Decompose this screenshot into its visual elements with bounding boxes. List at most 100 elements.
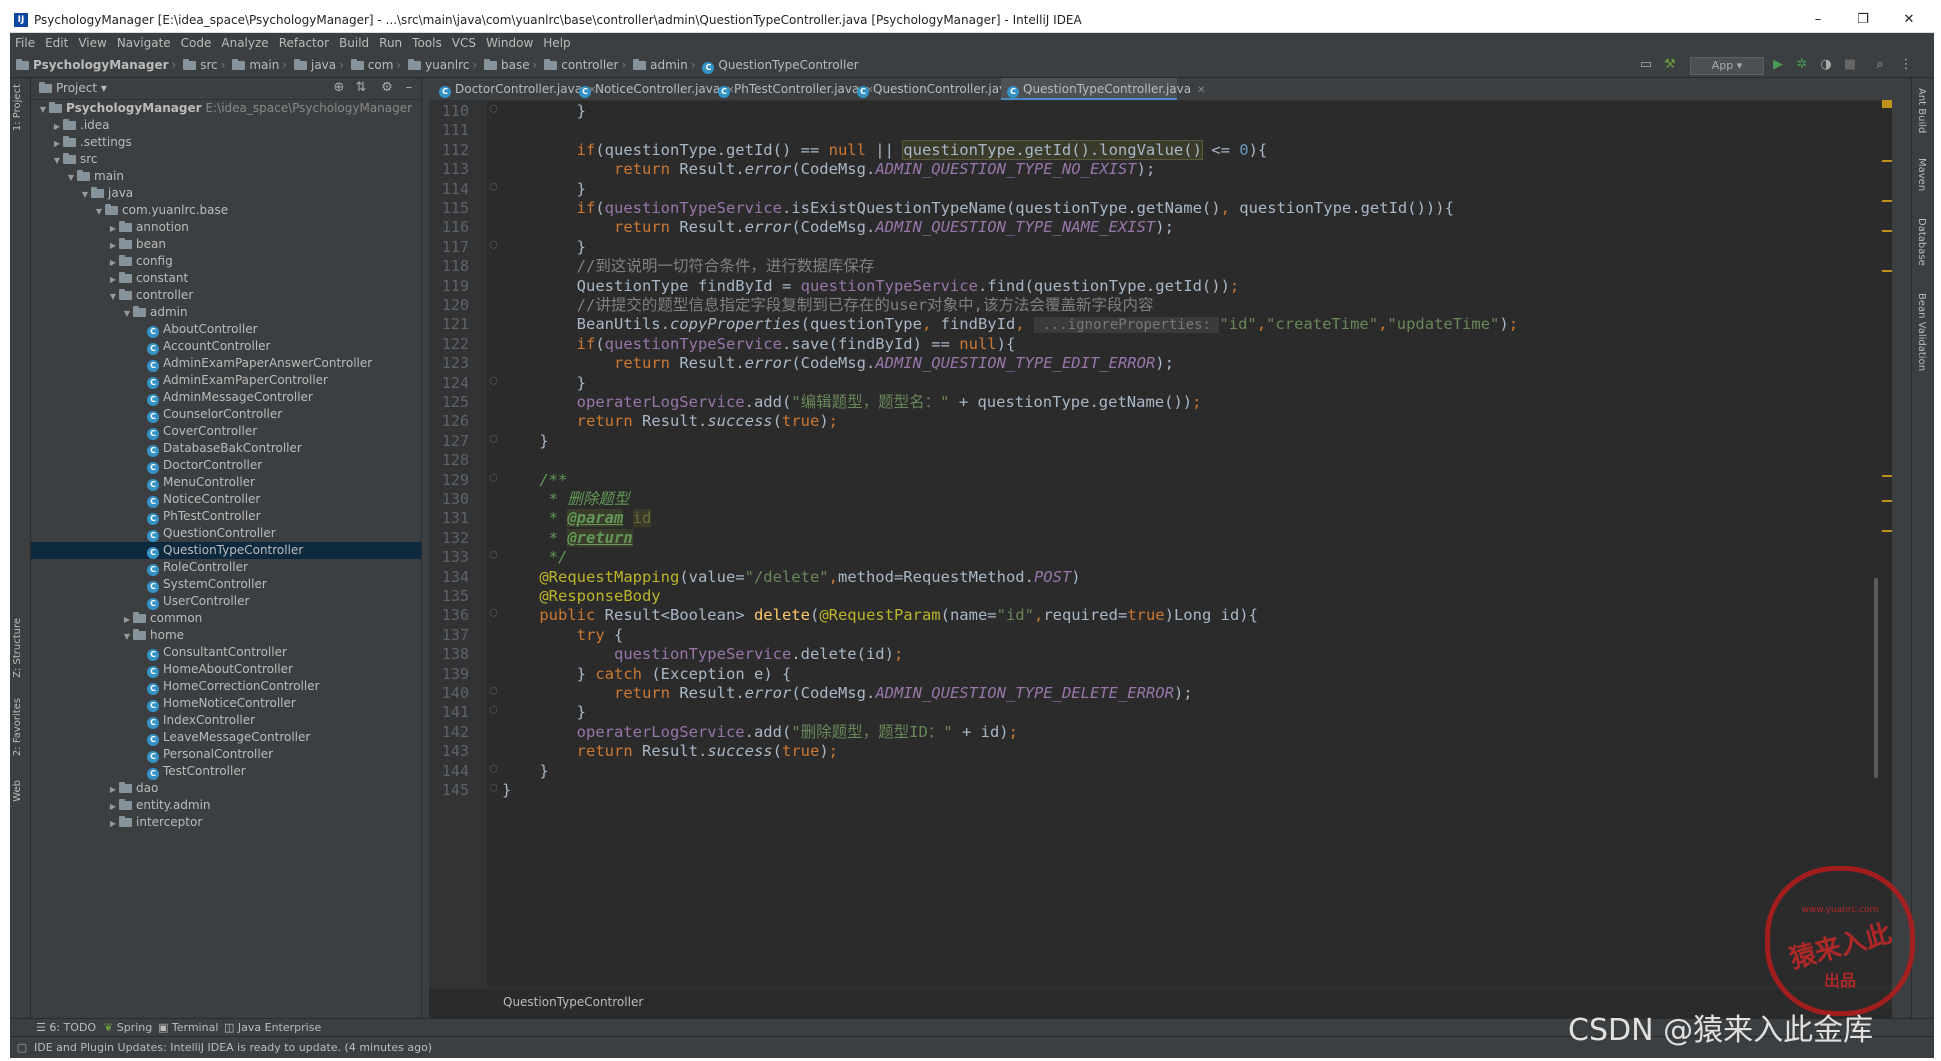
code-line[interactable]: @ResponseBody [502,587,660,606]
stop-icon[interactable]: ■ [1842,57,1858,73]
menu-code[interactable]: Code [176,33,217,53]
code-line[interactable]: operaterLogService.add("删除题型，题型ID：" + id… [502,723,1018,742]
tree-item-annotion[interactable]: ▶ annotion [31,219,421,236]
code-line[interactable]: operaterLogService.add("编辑题型，题型名：" + que… [502,393,1202,412]
breadcrumb-item[interactable]: QuestionTypeController [718,58,858,72]
warning-marker[interactable] [1882,200,1892,202]
tree-item-controller[interactable]: ▼ controller [31,287,421,304]
status-message[interactable]: IDE and Plugin Updates: IntelliJ IDEA is… [34,1037,432,1058]
code-line[interactable]: return Result.success(true); [502,412,838,431]
code-line[interactable]: questionTypeService.delete(id); [502,645,903,664]
menu-view[interactable]: View [73,33,111,53]
coverage-icon[interactable]: ◑ [1818,57,1834,73]
tree-item-questiontypecontroller[interactable]: C QuestionTypeController [31,542,421,559]
tool-tab-project[interactable]: 1: Project [12,84,23,131]
breadcrumb-item[interactable]: base [501,58,530,72]
tab-phtest-controller[interactable]: C PhTestController.java ✕ [712,78,874,100]
collapse-arrow-icon[interactable]: ▼ [121,305,133,322]
code-line[interactable]: @RequestMapping(value="/delete",method=R… [502,568,1080,587]
expand-arrow-icon[interactable]: ▶ [107,781,119,798]
search-icon[interactable]: ⌕ [1872,57,1888,73]
code-line[interactable]: BeanUtils.copyProperties(questionType, f… [502,315,1518,334]
code-line[interactable]: //讲提交的题型信息指定字段复制到已存在的user对象中,该方法会覆盖新字段内容 [502,296,1154,315]
tab-question-controller[interactable]: CQuestionController.java✕ [851,78,1028,100]
tool-tab-favorites[interactable]: 2: Favorites [12,698,23,756]
code-line[interactable]: } [502,703,586,722]
breadcrumb-item[interactable]: main [249,58,279,72]
menu-edit[interactable]: Edit [40,33,73,53]
code-line[interactable]: return Result.error(CodeMsg.ADMIN_QUESTI… [502,684,1193,703]
menu-build[interactable]: Build [334,33,374,53]
tree-item-rolecontroller[interactable]: C RoleController [31,559,421,576]
code-line[interactable]: //到这说明一切符合条件，进行数据库保存 [502,257,875,276]
tree-item-aboutcontroller[interactable]: C AboutController [31,321,421,338]
tool-tab-database[interactable]: Database [1916,218,1927,266]
tree-item-accountcontroller[interactable]: C AccountController [31,338,421,355]
warning-marker[interactable] [1882,100,1892,108]
tool-tab-java-enterprise[interactable]: ◫ Java Enterprise [224,1019,321,1037]
tool-tab-ant-build[interactable]: Ant Build [1916,88,1927,133]
tool-tab-spring[interactable]: ❦ Spring [104,1019,152,1037]
warning-marker[interactable] [1882,530,1892,532]
tree-item-menucontroller[interactable]: C MenuController [31,474,421,491]
code-line[interactable]: public Result<Boolean> delete(@RequestPa… [502,606,1258,625]
tree-item-src[interactable]: ▼ src [31,151,421,168]
tree-item-config[interactable]: ▶ config [31,253,421,270]
tree-item-settings[interactable]: ▶ .settings [31,134,421,151]
tool-tab-maven[interactable]: Maven [1916,158,1927,191]
expand-arrow-icon[interactable]: ▶ [107,254,119,271]
menu-window[interactable]: Window [481,33,538,53]
warning-marker[interactable] [1882,500,1892,502]
breadcrumb-item[interactable]: com [368,58,394,72]
expand-arrow-icon[interactable]: ▶ [107,815,119,832]
code-line[interactable]: if(questionTypeService.isExistQuestionTy… [502,199,1454,218]
menu-analyze[interactable]: Analyze [216,33,273,53]
code-line[interactable]: } [502,238,586,257]
gear-icon[interactable]: ⚙ [379,80,395,96]
code-line[interactable]: } [502,102,586,121]
code-line[interactable]: */ [502,548,568,567]
expand-arrow-icon[interactable]: ▶ [121,611,133,628]
project-view-select[interactable]: Project ▾ [39,78,107,99]
code-line[interactable]: return Result.error(CodeMsg.ADMIN_QUESTI… [502,218,1174,237]
code-area[interactable]: } if(questionType.getId() == null || que… [429,100,1892,988]
run-configuration-select[interactable]: App ▾ [1690,57,1764,75]
tab-doctor-controller[interactable]: C DoctorController.java ✕ [433,78,596,100]
breadcrumb-item[interactable]: controller [561,58,618,72]
code-line[interactable]: } [502,374,586,393]
tree-item-psychologymanager[interactable]: ▼ PsychologyManager E:\idea_space\Psycholo… [31,100,421,117]
tree-item-java[interactable]: ▼ java [31,185,421,202]
expand-arrow-icon[interactable]: ▶ [51,135,63,152]
tree-item-interceptor[interactable]: ▶ interceptor [31,814,421,831]
code-line[interactable]: } [502,781,511,800]
tree-item-homeaboutcontroller[interactable]: C HomeAboutController [31,661,421,678]
status-toggle-icon[interactable]: ▢ [14,1040,30,1056]
maximize-button[interactable]: ❐ [1840,10,1886,30]
tree-item-phtestcontroller[interactable]: C PhTestController [31,508,421,525]
code-line[interactable]: return Result.error(CodeMsg.ADMIN_QUESTI… [502,354,1174,373]
code-line[interactable]: * 删除题型 [502,490,630,509]
warning-marker[interactable] [1882,475,1892,477]
tree-item-covercontroller[interactable]: C CoverController [31,423,421,440]
code-line[interactable]: if(questionTypeService.save(findById) ==… [502,335,1016,354]
code-line[interactable]: } [502,432,548,451]
tree-item-doctorcontroller[interactable]: C DoctorController [31,457,421,474]
code-line[interactable]: if(questionType.getId() == null || quest… [502,139,1267,160]
tree-item-adminexampaperanswercontroller[interactable]: C AdminExamPaperAnswerController [31,355,421,372]
tree-item-homecorrectioncontroller[interactable]: C HomeCorrectionController [31,678,421,695]
tree-item-home[interactable]: ▼ home [31,627,421,644]
menu-file[interactable]: File [10,33,40,53]
minimize-button[interactable]: – [1795,10,1841,30]
code-line[interactable]: try { [502,626,624,645]
tab-question-type-controller[interactable]: C QuestionTypeController.java ✕ [1001,78,1206,100]
tree-item-systemcontroller[interactable]: C SystemController [31,576,421,593]
tree-item-constant[interactable]: ▶ constant [31,270,421,287]
tab-notice-controller[interactable]: C NoticeController.java ✕ [573,78,735,100]
menu-help[interactable]: Help [538,33,575,53]
code-line[interactable]: return Result.error(CodeMsg.ADMIN_QUESTI… [502,160,1155,179]
tree-item-personalcontroller[interactable]: C PersonalController [31,746,421,763]
code-line[interactable]: QuestionType findById = questionTypeServ… [502,277,1240,296]
code-line[interactable]: } [502,762,548,781]
collapse-all-icon[interactable]: ⇅ [353,80,369,96]
tree-item-dao[interactable]: ▶ dao [31,780,421,797]
